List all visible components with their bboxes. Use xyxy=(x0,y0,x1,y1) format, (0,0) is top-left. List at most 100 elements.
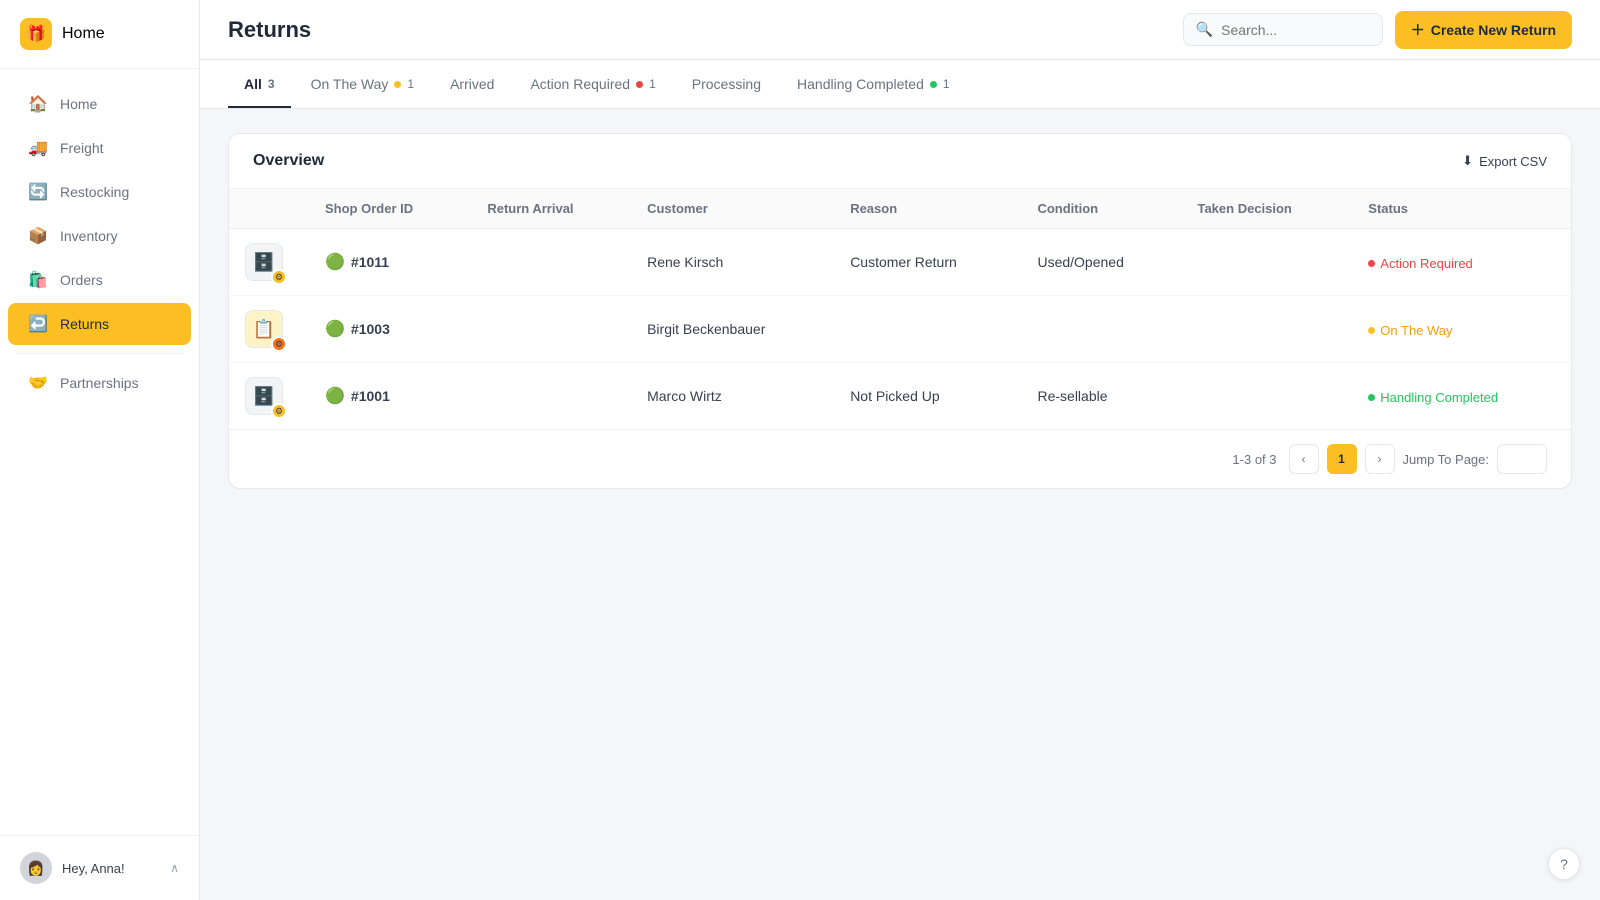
tab-on-the-way[interactable]: On The Way 1 xyxy=(295,60,431,108)
tab-on-the-way-count: 1 xyxy=(407,77,414,91)
row3-thumb-cell: 🗄️ ⚙ xyxy=(229,363,309,430)
row1-status: Action Required xyxy=(1352,229,1571,296)
home-label: Home xyxy=(62,25,105,43)
tab-handling-completed[interactable]: Handling Completed 1 xyxy=(781,60,966,108)
order-id-value: #1003 xyxy=(351,321,390,337)
order-bag-icon: 🟢 xyxy=(325,252,345,272)
page-1-button[interactable]: 1 xyxy=(1327,444,1357,474)
row3-reason: Not Picked Up xyxy=(834,363,1021,430)
thumb-badge-yellow: ⚙ xyxy=(271,269,287,285)
product-cell: 🗄️ ⚙ xyxy=(245,377,293,415)
sidebar-item-label: Freight xyxy=(60,140,104,156)
action-required-dot xyxy=(636,81,643,88)
orders-icon: 🛍️ xyxy=(28,270,48,290)
jump-to-page-label: Jump To Page: xyxy=(1403,452,1489,467)
row1-taken-decision xyxy=(1181,229,1352,296)
returns-table: Shop Order ID Return Arrival Customer Re… xyxy=(229,189,1571,429)
tab-arrived[interactable]: Arrived xyxy=(434,60,510,108)
tab-action-required[interactable]: Action Required 1 xyxy=(514,60,671,108)
row1-return-arrival xyxy=(471,229,631,296)
sidebar: 🎁 Home 🏠 Home 🚚 Freight 🔄 Restocking 📦 I… xyxy=(0,0,200,900)
row1-reason: Customer Return xyxy=(834,229,1021,296)
product-cell: 📋 ⚙ xyxy=(245,310,293,348)
tab-on-the-way-label: On The Way xyxy=(311,76,389,92)
pagination: 1-3 of 3 ‹ 1 › Jump To Page: xyxy=(229,429,1571,488)
sidebar-item-label: Restocking xyxy=(60,184,129,200)
status-dot xyxy=(1368,327,1375,334)
row2-thumb-cell: 📋 ⚙ xyxy=(229,296,309,363)
status-badge: Handling Completed xyxy=(1368,390,1498,405)
content-area: Overview ⬇ Export CSV Shop Order ID Retu… xyxy=(200,109,1600,900)
tab-all[interactable]: All 3 xyxy=(228,60,291,108)
order-id-cell: 🟢 #1001 xyxy=(325,386,455,406)
download-icon: ⬇ xyxy=(1462,153,1473,169)
tab-handling-completed-label: Handling Completed xyxy=(797,76,924,92)
row2-status: On The Way xyxy=(1352,296,1571,363)
status-badge: Action Required xyxy=(1368,256,1473,271)
tab-processing-label: Processing xyxy=(692,76,761,92)
col-shop-order-id: Shop Order ID xyxy=(309,189,471,229)
product-thumbnail: 📋 ⚙ xyxy=(245,310,283,348)
sidebar-item-home[interactable]: 🏠 Home xyxy=(8,83,191,125)
order-id-value: #1011 xyxy=(351,254,389,270)
sidebar-item-returns[interactable]: ↩️ Returns xyxy=(8,303,191,345)
tab-processing[interactable]: Processing xyxy=(676,60,777,108)
inventory-icon: 📦 xyxy=(28,226,48,246)
order-id-cell: 🟢 #1011 xyxy=(325,252,455,272)
tab-all-count: 3 xyxy=(268,77,275,91)
sidebar-item-label: Partnerships xyxy=(60,375,139,391)
product-cell: 🗄️ ⚙ xyxy=(245,243,293,281)
status-dot xyxy=(1368,260,1375,267)
sidebar-nav: 🏠 Home 🚚 Freight 🔄 Restocking 📦 Inventor… xyxy=(0,69,199,835)
prev-page-button[interactable]: ‹ xyxy=(1289,444,1319,474)
col-return-arrival: Return Arrival xyxy=(471,189,631,229)
search-input[interactable] xyxy=(1221,22,1370,38)
overview-title: Overview xyxy=(253,152,324,170)
export-label: Export CSV xyxy=(1479,154,1547,169)
table-row[interactable]: 🗄️ ⚙ 🟢 #1011 Rene Kirs xyxy=(229,229,1571,296)
sidebar-item-orders[interactable]: 🛍️ Orders xyxy=(8,259,191,301)
table-header: Shop Order ID Return Arrival Customer Re… xyxy=(229,189,1571,229)
table-row[interactable]: 🗄️ ⚙ 🟢 #1001 Marco Wir xyxy=(229,363,1571,430)
partnerships-icon: 🤝 xyxy=(28,373,48,393)
row1-thumb-cell: 🗄️ ⚙ xyxy=(229,229,309,296)
row2-condition xyxy=(1021,296,1181,363)
row3-status: Handling Completed xyxy=(1352,363,1571,430)
create-new-return-button[interactable]: ＋ Create New Return xyxy=(1395,11,1572,49)
export-csv-button[interactable]: ⬇ Export CSV xyxy=(1462,153,1547,169)
sidebar-item-restocking[interactable]: 🔄 Restocking xyxy=(8,171,191,213)
handling-completed-dot xyxy=(930,81,937,88)
tab-action-required-count: 1 xyxy=(649,77,656,91)
search-box[interactable]: 🔍 xyxy=(1183,13,1383,46)
home-icon: 🏠 xyxy=(28,94,48,114)
col-customer: Customer xyxy=(631,189,834,229)
header-right: 🔍 ＋ Create New Return xyxy=(1183,11,1572,49)
row1-customer: Rene Kirsch xyxy=(631,229,834,296)
sidebar-item-inventory[interactable]: 📦 Inventory xyxy=(8,215,191,257)
table-row[interactable]: 📋 ⚙ 🟢 #1003 Birgit Bec xyxy=(229,296,1571,363)
col-condition: Condition xyxy=(1021,189,1181,229)
jump-to-page-input[interactable] xyxy=(1497,444,1547,474)
help-button[interactable]: ? xyxy=(1548,848,1580,880)
sidebar-item-freight[interactable]: 🚚 Freight xyxy=(8,127,191,169)
sidebar-item-partnerships[interactable]: 🤝 Partnerships xyxy=(8,362,191,404)
row2-reason xyxy=(834,296,1021,363)
row2-order-id: 🟢 #1003 xyxy=(309,296,471,363)
table-body: 🗄️ ⚙ 🟢 #1011 Rene Kirs xyxy=(229,229,1571,430)
order-id-value: #1001 xyxy=(351,388,390,404)
sidebar-logo[interactable]: 🎁 Home xyxy=(0,0,199,69)
order-bag-icon: 🟢 xyxy=(325,386,345,406)
chevron-up-icon[interactable]: ∧ xyxy=(170,861,179,875)
user-info[interactable]: 👩 Hey, Anna! xyxy=(20,852,125,884)
col-thumbnail xyxy=(229,189,309,229)
status-dot xyxy=(1368,394,1375,401)
status-badge: On The Way xyxy=(1368,323,1452,338)
main-content: Returns 🔍 ＋ Create New Return All 3 On T… xyxy=(200,0,1600,900)
page-number: 1 xyxy=(1338,452,1345,466)
col-reason: Reason xyxy=(834,189,1021,229)
returns-icon: ↩️ xyxy=(28,314,48,334)
top-header: Returns 🔍 ＋ Create New Return xyxy=(200,0,1600,60)
next-page-button[interactable]: › xyxy=(1365,444,1395,474)
row3-customer: Marco Wirtz xyxy=(631,363,834,430)
sidebar-item-label: Returns xyxy=(60,316,109,332)
